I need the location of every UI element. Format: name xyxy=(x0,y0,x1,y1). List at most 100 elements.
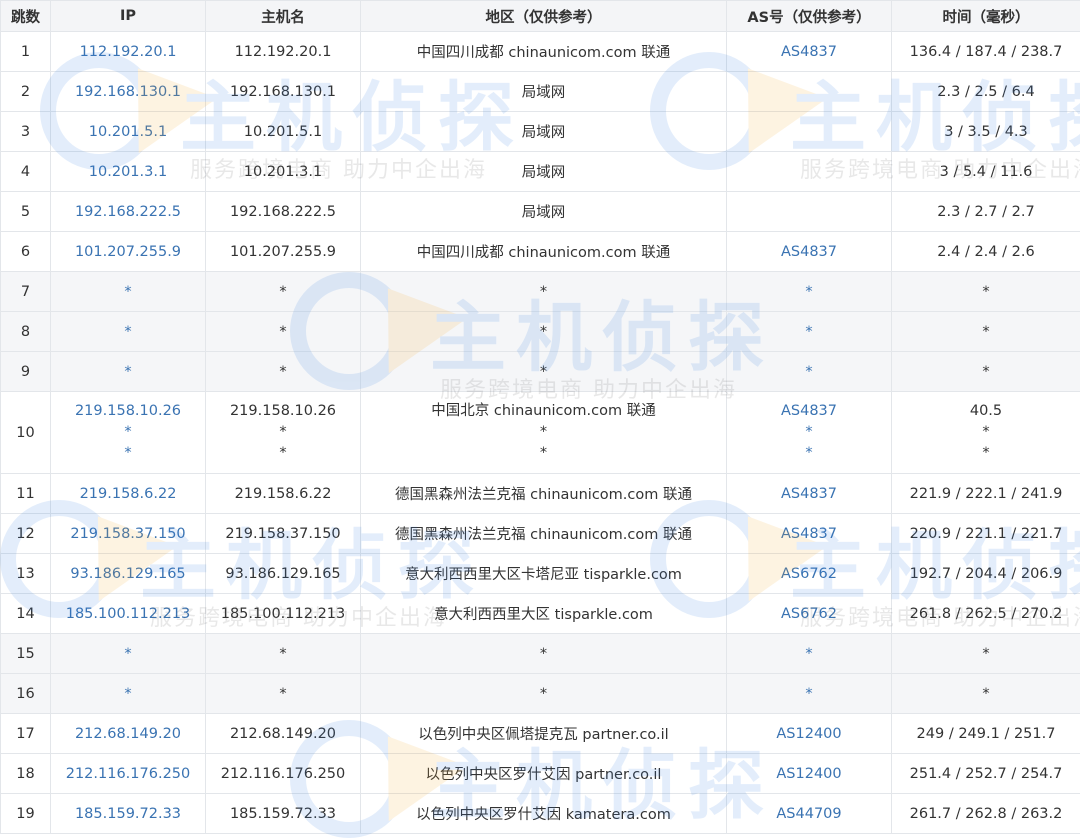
ip-cell[interactable]: 212.116.176.250 xyxy=(51,754,206,794)
asn-cell[interactable]: AS4837 xyxy=(727,474,892,514)
host-cell: 93.186.129.165 xyxy=(206,554,361,594)
time-cell: * xyxy=(892,312,1080,352)
host-cell: 219.158.10.26** xyxy=(206,392,361,474)
host-cell: * xyxy=(206,272,361,312)
ip-cell: * xyxy=(51,272,206,312)
region-cell: * xyxy=(361,352,727,392)
time-cell: 221.9 / 222.1 / 241.9 xyxy=(892,474,1080,514)
hop-cell: 12 xyxy=(1,514,51,554)
host-cell: * xyxy=(206,352,361,392)
ip-cell[interactable]: 192.168.130.1 xyxy=(51,72,206,112)
hop-cell: 17 xyxy=(1,714,51,754)
table-row: 9***** xyxy=(1,352,1080,392)
host-cell: * xyxy=(206,312,361,352)
region-cell: 局域网 xyxy=(361,152,727,192)
hop-cell: 7 xyxy=(1,272,51,312)
ip-cell[interactable]: 10.201.5.1 xyxy=(51,112,206,152)
time-line: * xyxy=(896,443,1076,464)
host-cell: 219.158.6.22 xyxy=(206,474,361,514)
hop-cell: 3 xyxy=(1,112,51,152)
table-row: 2192.168.130.1192.168.130.1局域网2.3 / 2.5 … xyxy=(1,72,1080,112)
hop-cell: 2 xyxy=(1,72,51,112)
ip-cell[interactable]: 101.207.255.9 xyxy=(51,232,206,272)
ip-cell[interactable]: 219.158.6.22 xyxy=(51,474,206,514)
region-cell: 局域网 xyxy=(361,72,727,112)
time-cell: 40.5** xyxy=(892,392,1080,474)
region-cell: 德国黑森州法兰克福 chinaunicom.com 联通 xyxy=(361,514,727,554)
ip-cell[interactable]: 93.186.129.165 xyxy=(51,554,206,594)
table-row: 15***** xyxy=(1,634,1080,674)
asn-cell[interactable]: AS4837 xyxy=(727,232,892,272)
asn-line: * xyxy=(731,422,887,443)
ip-cell[interactable]: 112.192.20.1 xyxy=(51,32,206,72)
asn-cell[interactable]: AS6762 xyxy=(727,594,892,634)
ip-cell: 219.158.10.26** xyxy=(51,392,206,474)
asn-cell[interactable]: AS44709 xyxy=(727,794,892,834)
asn-cell[interactable]: AS6762 xyxy=(727,554,892,594)
ip-line: * xyxy=(55,443,201,464)
asn-cell: * xyxy=(727,674,892,714)
header-asn: AS号（仅供参考） xyxy=(727,1,892,32)
time-cell: * xyxy=(892,352,1080,392)
table-row: 8***** xyxy=(1,312,1080,352)
hop-cell: 8 xyxy=(1,312,51,352)
host-cell: 219.158.37.150 xyxy=(206,514,361,554)
header-ip: IP xyxy=(51,1,206,32)
ip-cell[interactable]: 10.201.3.1 xyxy=(51,152,206,192)
asn-cell[interactable]: AS12400 xyxy=(727,714,892,754)
time-cell: 2.3 / 2.7 / 2.7 xyxy=(892,192,1080,232)
table-row: 11219.158.6.22219.158.6.22德国黑森州法兰克福 chin… xyxy=(1,474,1080,514)
ip-cell[interactable]: 219.158.37.150 xyxy=(51,514,206,554)
hop-cell: 5 xyxy=(1,192,51,232)
ip-cell[interactable]: 212.68.149.20 xyxy=(51,714,206,754)
host-cell: 212.116.176.250 xyxy=(206,754,361,794)
asn-line: * xyxy=(731,443,887,464)
ip-line[interactable]: 219.158.10.26 xyxy=(55,401,201,422)
header-host: 主机名 xyxy=(206,1,361,32)
asn-cell: * xyxy=(727,272,892,312)
region-cell: 局域网 xyxy=(361,192,727,232)
region-line: * xyxy=(365,422,722,443)
region-line: 中国北京 chinaunicom.com 联通 xyxy=(365,401,722,422)
hop-cell: 19 xyxy=(1,794,51,834)
region-cell: 中国四川成都 chinaunicom.com 联通 xyxy=(361,232,727,272)
host-cell: 192.168.222.5 xyxy=(206,192,361,232)
ip-cell[interactable]: 185.159.72.33 xyxy=(51,794,206,834)
asn-cell[interactable]: AS4837 xyxy=(727,32,892,72)
ip-cell: * xyxy=(51,312,206,352)
time-cell: 2.4 / 2.4 / 2.6 xyxy=(892,232,1080,272)
table-row: 10219.158.10.26**219.158.10.26**中国北京 chi… xyxy=(1,392,1080,474)
header-hop: 跳数 xyxy=(1,1,51,32)
asn-cell[interactable]: AS4837 xyxy=(727,514,892,554)
hop-cell: 10 xyxy=(1,392,51,474)
host-cell: 185.159.72.33 xyxy=(206,794,361,834)
host-cell: 10.201.5.1 xyxy=(206,112,361,152)
table-row: 5192.168.222.5192.168.222.5局域网2.3 / 2.7 … xyxy=(1,192,1080,232)
hop-cell: 15 xyxy=(1,634,51,674)
asn-cell xyxy=(727,112,892,152)
hop-cell: 1 xyxy=(1,32,51,72)
ip-cell[interactable]: 185.100.112.213 xyxy=(51,594,206,634)
table-row: 1393.186.129.16593.186.129.165意大利西西里大区卡塔… xyxy=(1,554,1080,594)
asn-line[interactable]: AS4837 xyxy=(731,401,887,422)
host-cell: 192.168.130.1 xyxy=(206,72,361,112)
ip-cell[interactable]: 192.168.222.5 xyxy=(51,192,206,232)
host-cell: 212.68.149.20 xyxy=(206,714,361,754)
host-line: * xyxy=(210,443,356,464)
table-row: 1112.192.20.1112.192.20.1中国四川成都 chinauni… xyxy=(1,32,1080,72)
time-cell: 192.7 / 204.4 / 206.9 xyxy=(892,554,1080,594)
header-region: 地区（仅供参考） xyxy=(361,1,727,32)
hop-cell: 18 xyxy=(1,754,51,794)
time-cell: * xyxy=(892,674,1080,714)
asn-cell[interactable]: AS12400 xyxy=(727,754,892,794)
asn-cell: * xyxy=(727,634,892,674)
asn-cell xyxy=(727,152,892,192)
ip-cell: * xyxy=(51,634,206,674)
region-cell: 以色列中央区佩塔提克瓦 partner.co.il xyxy=(361,714,727,754)
time-line: * xyxy=(896,422,1076,443)
asn-cell: * xyxy=(727,312,892,352)
hop-cell: 16 xyxy=(1,674,51,714)
region-cell: 以色列中央区罗什艾因 partner.co.il xyxy=(361,754,727,794)
ip-line: * xyxy=(55,422,201,443)
time-cell: * xyxy=(892,272,1080,312)
